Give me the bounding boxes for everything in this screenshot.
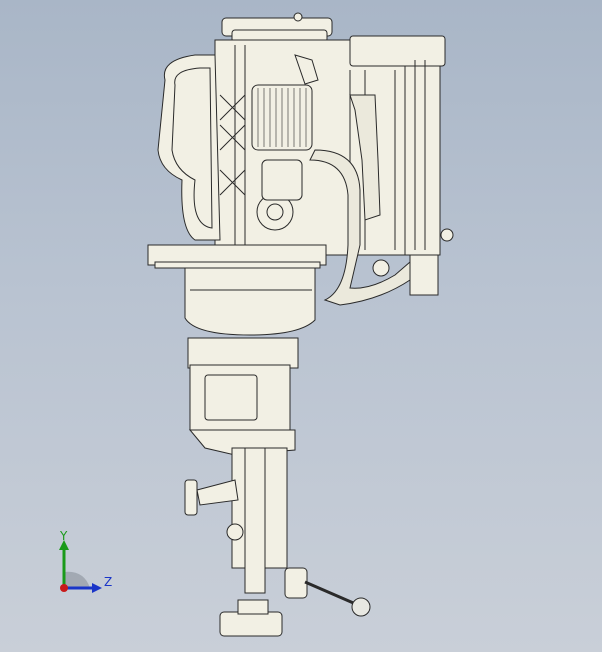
side-knob: [440, 228, 454, 242]
gearbox-window: [204, 374, 258, 421]
gearbox-top: [187, 337, 299, 369]
side-cylinder: [184, 479, 198, 516]
tiller-rod: [304, 580, 359, 607]
tiller-mount: [284, 567, 308, 599]
triad-xy-plane: [64, 571, 90, 588]
right-fitting: [372, 259, 390, 277]
x-axis-dot: [60, 584, 68, 592]
engine-assembly-model[interactable]: [147, 12, 454, 637]
right-cover: [404, 39, 441, 256]
right-bracket: [409, 254, 439, 296]
oil-sump: [184, 267, 316, 336]
tiller-ball[interactable]: [351, 597, 371, 617]
turbo-hub: [266, 203, 284, 221]
skeg-upper: [237, 599, 269, 615]
z-axis-arrow: [92, 583, 102, 593]
top-bolt: [293, 12, 303, 22]
orientation-triad[interactable]: Y Z: [50, 530, 120, 600]
turbo-body: [261, 159, 303, 201]
z-axis-label: Z: [104, 575, 112, 589]
shaft-knob: [226, 523, 244, 541]
y-axis-label: Y: [59, 530, 68, 543]
side-arm: [196, 479, 239, 506]
skeg-bottom: [219, 611, 283, 637]
shaft-inner: [244, 447, 266, 594]
base-plate-lip: [154, 261, 321, 269]
right-flange: [349, 35, 446, 67]
